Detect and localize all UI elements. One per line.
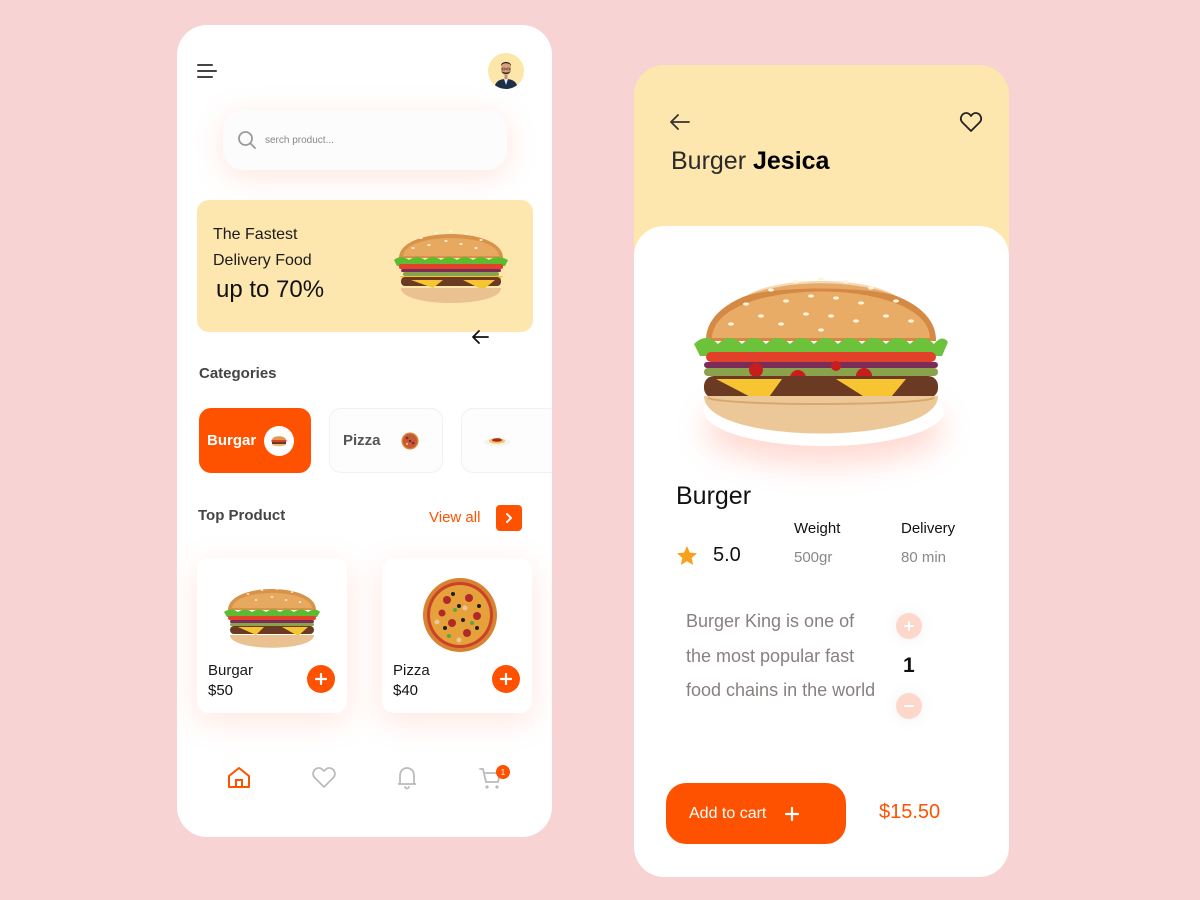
title-bold: Jesica bbox=[753, 147, 830, 175]
increase-quantity-button[interactable] bbox=[896, 613, 922, 639]
avatar[interactable] bbox=[488, 53, 524, 89]
arrow-left-icon[interactable] bbox=[668, 112, 692, 132]
decrease-quantity-button[interactable] bbox=[896, 693, 922, 719]
category-label: Pizza bbox=[343, 432, 381, 449]
view-all-link[interactable]: View all bbox=[429, 509, 480, 526]
product-card-pizza[interactable]: Pizza $40 bbox=[382, 558, 532, 713]
category-pasta[interactable] bbox=[461, 408, 552, 473]
product-price: $15.50 bbox=[879, 801, 941, 823]
bell-icon[interactable] bbox=[394, 765, 420, 791]
page-title: Burger Jesica bbox=[671, 147, 829, 176]
weight-label: Weight bbox=[794, 520, 841, 537]
burger-image bbox=[224, 588, 320, 648]
chevron-right-icon bbox=[506, 513, 512, 523]
delivery-value: 80 min bbox=[901, 549, 947, 566]
burger-icon bbox=[264, 425, 295, 456]
search-icon bbox=[238, 131, 256, 149]
menu-icon[interactable] bbox=[197, 63, 219, 79]
product-name: Burgar bbox=[208, 662, 254, 679]
plus-icon bbox=[785, 806, 800, 821]
title-light: Burger bbox=[671, 147, 747, 175]
arrow-left-icon[interactable] bbox=[470, 329, 490, 345]
burger-image bbox=[394, 230, 508, 303]
rating-value: 5.0 bbox=[713, 544, 741, 566]
product-card-burger[interactable]: Burgar $50 bbox=[197, 558, 347, 713]
add-to-cart-button[interactable]: Add to cart bbox=[666, 783, 846, 844]
plus-icon bbox=[500, 673, 512, 685]
category-burger[interactable]: Burgar bbox=[199, 408, 311, 473]
cart-badge: 1 bbox=[496, 765, 510, 779]
plus-icon bbox=[904, 621, 914, 631]
star-icon bbox=[677, 546, 697, 565]
product-price: $40 bbox=[393, 682, 419, 699]
weight-value: 500gr bbox=[794, 549, 833, 566]
home-icon[interactable] bbox=[226, 765, 252, 791]
product-description: Burger King is one of the most popular f… bbox=[686, 611, 876, 700]
pasta-icon bbox=[484, 437, 510, 446]
promo-discount: up to 70% bbox=[216, 276, 325, 303]
promo-line1: The Fastest bbox=[213, 226, 298, 243]
categories-title: Categories bbox=[199, 365, 277, 382]
product-name: Burger bbox=[676, 482, 752, 510]
category-pizza[interactable]: Pizza bbox=[329, 408, 443, 473]
minus-icon bbox=[904, 705, 914, 707]
detail-screen: Burger Jesica Burger 5.0 Weight 500gr De… bbox=[634, 65, 1009, 877]
top-product-title: Top Product bbox=[198, 507, 286, 524]
quantity-value: 1 bbox=[903, 654, 915, 677]
search-bar[interactable] bbox=[223, 110, 507, 170]
add-to-cart-label: Add to cart bbox=[689, 804, 767, 822]
burger-image bbox=[694, 277, 948, 434]
promo-line2: Delivery Food bbox=[213, 252, 312, 269]
heart-icon[interactable] bbox=[959, 111, 983, 133]
promo-banner[interactable]: The Fastest Delivery Food up to 70% bbox=[197, 200, 533, 332]
detail-sheet: Burger 5.0 Weight 500gr Delivery 80 min … bbox=[634, 226, 1009, 877]
add-product-button[interactable] bbox=[307, 665, 335, 693]
search-input[interactable] bbox=[265, 134, 485, 146]
product-name: Pizza bbox=[393, 662, 430, 679]
heart-icon[interactable] bbox=[311, 765, 337, 791]
add-product-button[interactable] bbox=[492, 665, 520, 693]
plus-icon bbox=[315, 673, 327, 685]
product-price: $50 bbox=[208, 682, 234, 699]
pizza-image bbox=[423, 578, 497, 652]
pizza-icon bbox=[401, 432, 419, 449]
home-screen: The Fastest Delivery Food up to 70% bbox=[177, 25, 552, 837]
category-label: Burgar bbox=[207, 432, 257, 449]
view-all-button[interactable] bbox=[496, 505, 522, 531]
delivery-label: Delivery bbox=[901, 520, 956, 537]
